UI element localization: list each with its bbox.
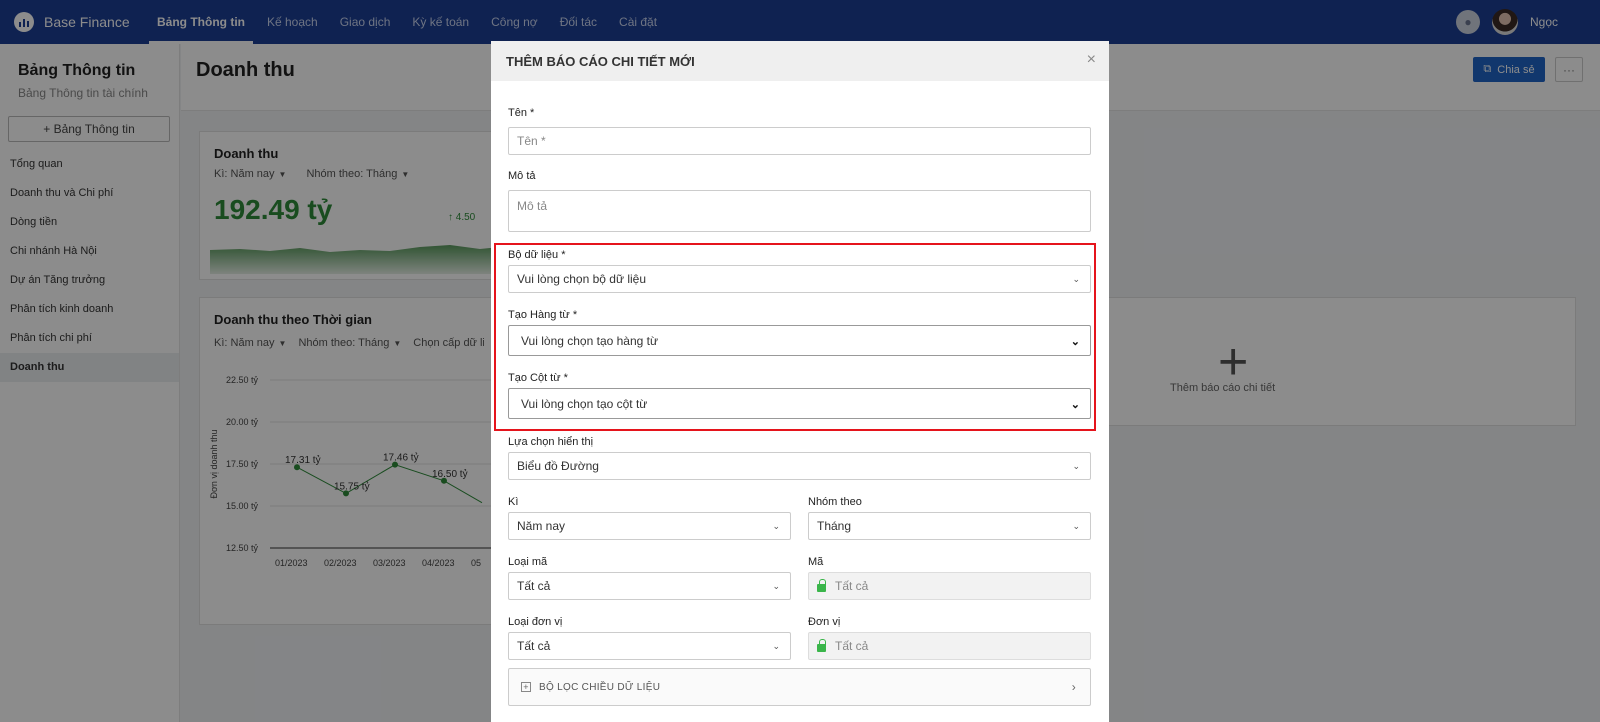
code-label: Mã (808, 556, 824, 568)
dimension-filter-label: BỘ LỌC CHIỀU DỮ LIỆU (539, 681, 661, 693)
code-type-label: Loại mã (508, 556, 548, 568)
new-report-modal: THÊM BÁO CÁO CHI TIẾT MỚI × Tên * Tên * … (491, 41, 1109, 722)
unit-label: Đơn vị (808, 616, 841, 628)
close-icon[interactable]: × (1087, 51, 1096, 69)
chevron-down-icon: ⌄ (772, 581, 780, 591)
display-select[interactable]: Biểu đồ Đường ⌄ (508, 452, 1091, 480)
unit-field: Tất cả (808, 632, 1091, 660)
rows-label: Tạo Hàng từ * (508, 309, 578, 321)
group-label: Nhóm theo (808, 496, 862, 508)
chevron-down-icon: ⌄ (1072, 461, 1080, 471)
period-select[interactable]: Năm nay ⌄ (508, 512, 791, 540)
name-label: Tên * (508, 107, 535, 119)
chevron-right-icon: › (1071, 680, 1076, 694)
chevron-down-icon: ⌄ (1072, 274, 1080, 284)
desc-label: Mô tả (508, 170, 536, 182)
code-field: Tất cả (808, 572, 1091, 600)
cols-select[interactable]: Vui lòng chọn tạo cột từ ⌄ (508, 388, 1091, 419)
dataset-select[interactable]: Vui lòng chọn bộ dữ liệu ⌄ (508, 265, 1091, 293)
chevron-down-icon: ⌄ (772, 641, 780, 651)
code-type-select[interactable]: Tất cả ⌄ (508, 572, 791, 600)
dataset-label: Bộ dữ liệu * (508, 249, 566, 261)
modal-title: THÊM BÁO CÁO CHI TIẾT MỚI (506, 54, 695, 69)
expand-icon: + (521, 682, 531, 692)
period-label: Kì (508, 496, 519, 508)
rows-select[interactable]: Vui lòng chọn tạo hàng từ ⌄ (508, 325, 1091, 356)
modal-header: THÊM BÁO CÁO CHI TIẾT MỚI × (491, 41, 1109, 81)
lock-icon (817, 578, 826, 592)
chevron-down-icon: ⌄ (1070, 399, 1080, 411)
lock-icon (817, 638, 826, 652)
group-select[interactable]: Tháng ⌄ (808, 512, 1091, 540)
chevron-down-icon: ⌄ (1070, 336, 1080, 348)
unit-type-select[interactable]: Tất cả ⌄ (508, 632, 791, 660)
chevron-down-icon: ⌄ (772, 521, 780, 531)
desc-textarea[interactable]: Mô tả (508, 190, 1091, 232)
unit-type-label: Loại đơn vị (508, 616, 563, 628)
name-input[interactable]: Tên * (508, 127, 1091, 155)
cols-label: Tạo Cột từ * (508, 372, 568, 384)
display-label: Lựa chọn hiển thị (508, 436, 594, 448)
chevron-down-icon: ⌄ (1072, 521, 1080, 531)
dimension-filter-toggle[interactable]: + BỘ LỌC CHIỀU DỮ LIỆU › (508, 668, 1091, 706)
